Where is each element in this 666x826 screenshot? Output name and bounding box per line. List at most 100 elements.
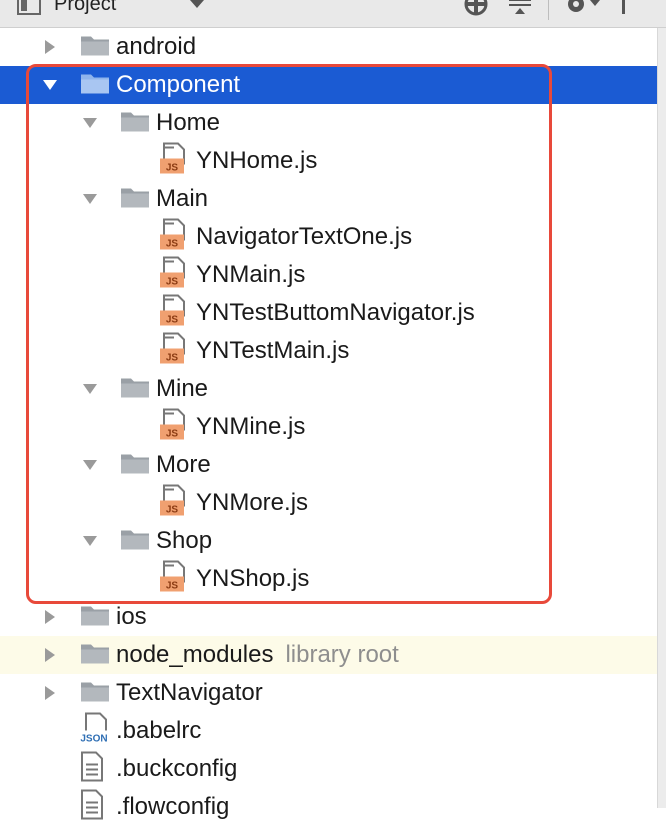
tree-item-name: NavigatorTextOne.js [196, 223, 413, 250]
locate-icon[interactable] [462, 0, 490, 18]
chevron-down-icon[interactable] [188, 0, 206, 12]
hide-icon[interactable] [618, 0, 648, 18]
svg-text:JS: JS [166, 581, 179, 592]
tree-item-name: YNShop.js [196, 565, 310, 592]
folder-icon [80, 71, 110, 100]
gear-icon[interactable] [564, 0, 604, 18]
tree-row[interactable]: JS YNMain.js [0, 256, 657, 294]
tree-row[interactable]: ios [0, 598, 657, 636]
tree-item-name: Shop [156, 527, 213, 554]
js-file-icon: JS [160, 142, 190, 180]
text-file-icon [78, 751, 104, 787]
tree-item-name: .babelrc [116, 717, 202, 744]
tree-item-label: Component [116, 70, 240, 100]
tree-item-name: Home [156, 109, 221, 136]
chevron-down-icon[interactable] [42, 77, 58, 93]
tree-item-label: ios [116, 602, 147, 632]
tree-item-name: Main [156, 185, 209, 212]
tree-row[interactable]: JS YNShop.js [0, 560, 657, 598]
tree-item-name: YNMine.js [196, 413, 306, 440]
tree-item-name: More [156, 451, 211, 478]
svg-text:JS: JS [166, 163, 179, 174]
tree-row[interactable]: JS YNTestButtomNavigator.js [0, 294, 657, 332]
tree-item-name: TextNavigator [116, 679, 263, 706]
tree-row[interactable]: JS YNHome.js [0, 142, 657, 180]
tree-item-label: Home [156, 108, 220, 138]
tree-item-name: YNHome.js [196, 147, 318, 174]
project-view-icon[interactable] [16, 0, 42, 18]
tree-row[interactable]: Main [0, 180, 657, 218]
tree-row[interactable]: Home [0, 104, 657, 142]
tree-row[interactable]: JS YNMore.js [0, 484, 657, 522]
tree-item-name: .buckconfig [116, 755, 238, 782]
json-file-icon: JSON [78, 712, 112, 750]
tree-item-label: YNMine.js [196, 412, 305, 442]
js-file-icon: JS [160, 560, 190, 598]
js-file-icon: JS [160, 294, 190, 332]
chevron-right-icon[interactable] [42, 39, 58, 55]
tree-row[interactable]: JS NavigatorTextOne.js [0, 218, 657, 256]
text-file-icon [78, 789, 104, 825]
chevron-down-icon[interactable] [82, 115, 98, 131]
chevron-down-icon[interactable] [82, 533, 98, 549]
tree-row[interactable]: Mine [0, 370, 657, 408]
folder-icon [80, 603, 110, 632]
js-file-icon: JS [160, 332, 190, 370]
tree-row[interactable]: More [0, 446, 657, 484]
project-view-title[interactable]: Project [54, 0, 116, 16]
tree-item-label: Shop [156, 526, 212, 556]
tree-item-label: android [116, 32, 196, 62]
tree-row[interactable]: android [0, 28, 657, 66]
tree-item-label: Main [156, 184, 208, 214]
tree-item-name: .flowconfig [116, 793, 230, 820]
chevron-down-icon[interactable] [82, 381, 98, 397]
tree-row[interactable]: TextNavigator [0, 674, 657, 712]
js-file-icon: JS [160, 218, 190, 256]
tree-row[interactable]: JSON .babelrc [0, 712, 657, 750]
tree-item-label: .flowconfig [116, 792, 229, 822]
svg-text:JSON: JSON [80, 734, 107, 745]
tree-item-label: YNHome.js [196, 146, 317, 176]
tree-item-name: node_modules [116, 641, 274, 668]
svg-text:JS: JS [166, 277, 179, 288]
chevron-down-icon[interactable] [82, 457, 98, 473]
chevron-right-icon[interactable] [42, 647, 58, 663]
tree-item-name: android [116, 33, 197, 60]
tree-item-name: YNTestButtomNavigator.js [196, 299, 475, 326]
svg-text:JS: JS [166, 315, 179, 326]
tree-row[interactable]: .flowconfig [0, 788, 657, 826]
tree-item-label: YNTestMain.js [196, 336, 349, 366]
tree-item-label: YNShop.js [196, 564, 309, 594]
tree-item-label: YNMain.js [196, 260, 305, 290]
js-file-icon: JS [160, 408, 190, 446]
tree-item-name: ios [116, 603, 147, 630]
chevron-right-icon[interactable] [42, 609, 58, 625]
library-root-tag: library root [285, 641, 399, 668]
folder-icon [120, 185, 150, 214]
toolbar-separator [548, 0, 549, 20]
folder-icon [120, 375, 150, 404]
js-file-icon: JS [160, 484, 190, 522]
tree-item-name: Mine [156, 375, 209, 402]
tree-item-name: Component [116, 71, 241, 98]
project-toolbar: Project [0, 0, 666, 28]
tree-row[interactable]: .buckconfig [0, 750, 657, 788]
svg-text:JS: JS [166, 239, 179, 250]
tree-item-label: .buckconfig [116, 754, 237, 784]
tree-row[interactable]: JS YNTestMain.js [0, 332, 657, 370]
chevron-down-icon[interactable] [82, 191, 98, 207]
tree-item-name: YNTestMain.js [196, 337, 350, 364]
tree-row[interactable]: node_modules library root [0, 636, 657, 674]
tree-item-label: node_modules library root [116, 640, 399, 670]
folder-icon [120, 451, 150, 480]
tree-item-label: NavigatorTextOne.js [196, 222, 412, 252]
chevron-right-icon[interactable] [42, 685, 58, 701]
tree-item-label: YNMore.js [196, 488, 308, 518]
tree-item-label: YNTestButtomNavigator.js [196, 298, 475, 328]
svg-text:JS: JS [166, 429, 179, 440]
tree-row[interactable]: Shop [0, 522, 657, 560]
tree-item-label: More [156, 450, 211, 480]
tree-row[interactable]: Component [0, 66, 657, 104]
collapse-all-icon[interactable] [506, 0, 534, 18]
tree-row[interactable]: JS YNMine.js [0, 408, 657, 446]
